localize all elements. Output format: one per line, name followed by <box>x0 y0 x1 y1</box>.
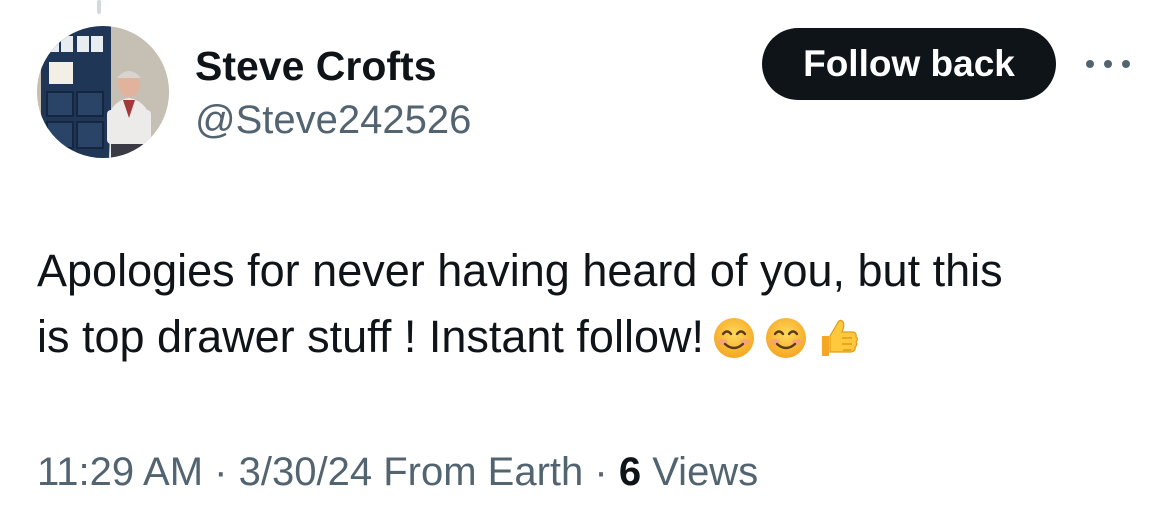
avatar[interactable] <box>37 26 169 158</box>
author-display-name[interactable]: Steve Crofts <box>195 42 437 90</box>
tweet-source: From Earth <box>383 450 584 494</box>
views-count[interactable]: 6 <box>619 450 641 494</box>
tweet-text: Apologies for never having heard of you,… <box>37 238 1147 370</box>
tweet-card: Steve Crofts @Steve242526 Follow back Ap… <box>0 0 1170 520</box>
meta-separator-2: · <box>594 450 608 494</box>
smiling-face-icon <box>764 316 808 360</box>
thread-connector-line <box>97 0 101 14</box>
more-horizontal-icon[interactable] <box>1084 50 1132 78</box>
views-label[interactable]: Views <box>652 450 758 494</box>
smiling-face-icon <box>712 316 756 360</box>
tweet-date[interactable]: 3/30/24 <box>239 450 372 494</box>
follow-back-button[interactable]: Follow back <box>762 28 1056 100</box>
avatar-photo <box>37 26 169 158</box>
author-handle[interactable]: @Steve242526 <box>195 96 471 144</box>
tweet-time[interactable]: 11:29 AM <box>37 450 203 494</box>
tweet-text-line-2: is top drawer stuff ! Instant follow! <box>37 304 1147 370</box>
tweet-text-line-1: Apologies for never having heard of you,… <box>37 245 1003 296</box>
tweet-metadata: 11:29 AM · 3/30/24 From Earth · 6 Views <box>37 448 758 496</box>
tweet-text-line-2-content: is top drawer stuff ! Instant follow! <box>37 311 704 362</box>
thumbs-up-icon <box>816 316 860 360</box>
meta-separator: · <box>214 450 228 494</box>
